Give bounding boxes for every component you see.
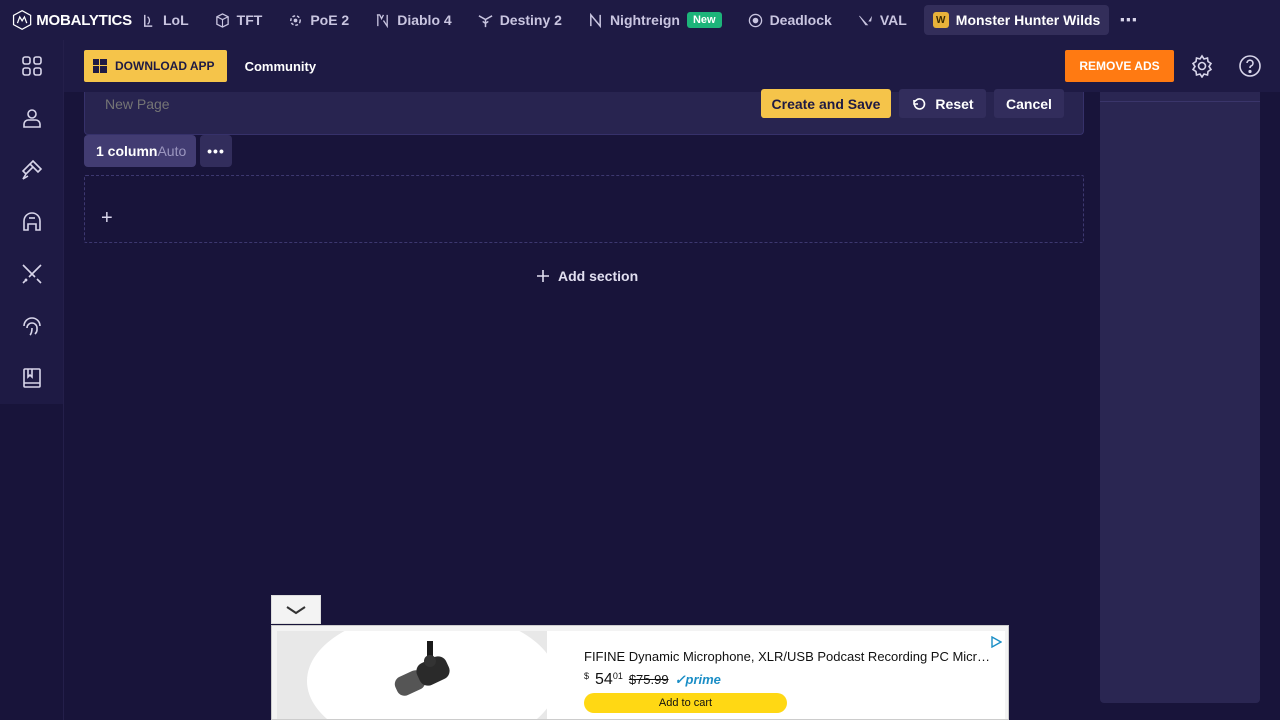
microphone-product-image (394, 641, 450, 696)
page-title-bar: Create and Save Reset Cancel (84, 89, 1084, 135)
ad-price: $ 54 01 $75.99 ✓prime (584, 671, 721, 689)
create-and-save-button[interactable]: Create and Save (761, 89, 891, 118)
top-navigation: MOBALYTICS LoL TFT PoE 2 Diablo 4 Destin… (0, 0, 1280, 40)
cancel-button[interactable]: Cancel (994, 89, 1064, 118)
left-sidebar (0, 40, 64, 720)
fingerprint-icon (23, 317, 41, 336)
tab-diablo4[interactable]: Diablo 4 (366, 5, 460, 35)
lol-icon (144, 14, 153, 27)
reset-label: Reset (935, 95, 974, 112)
ad-price-whole: 54 (595, 671, 613, 688)
add-section-button[interactable]: Add section (536, 268, 638, 284)
add-block-plus-icon[interactable]: + (101, 208, 113, 228)
mobalytics-logo[interactable]: MOBALYTICS (0, 7, 132, 33)
tab-tft[interactable]: TFT (206, 5, 272, 35)
tab-tft-label: TFT (236, 12, 263, 28)
remove-ads-button[interactable]: REMOVE ADS (1065, 50, 1174, 82)
reset-button[interactable]: Reset (899, 89, 986, 118)
mobalytics-logo-icon (12, 9, 32, 31)
sidebar-item-profile[interactable] (0, 92, 64, 144)
tab-destiny2[interactable]: Destiny 2 (469, 5, 571, 35)
section-dropzone: + (84, 175, 1084, 243)
diablo4-icon (377, 13, 389, 28)
sidebar-item-guides[interactable] (0, 352, 64, 404)
nightreign-icon (590, 12, 601, 28)
sidebar-item-builds[interactable] (0, 144, 64, 196)
add-section-label: Add section (558, 268, 639, 284)
tab-deadlock-label: Deadlock (769, 12, 832, 28)
monster-helmet-icon (23, 212, 41, 231)
sidebar-item-apps[interactable] (0, 40, 64, 92)
ad-prime-badge: ✓prime (674, 672, 721, 687)
ad-prime-label: prime (685, 672, 721, 687)
more-horizontal-icon: ••• (207, 143, 225, 159)
windows-icon (93, 59, 107, 73)
brand-name: MOBALYTICS (36, 11, 132, 29)
sub-header: DOWNLOAD APP Community REMOVE ADS (64, 40, 1280, 92)
tab-monster-hunter-label: Monster Hunter Wilds (955, 12, 1101, 28)
tab-poe2[interactable]: PoE 2 (279, 5, 358, 35)
ad-banner[interactable]: FIFINE Dynamic Microphone, XLR/USB Podca… (271, 625, 1009, 720)
more-games-button[interactable]: ⋯ (1119, 10, 1138, 31)
ad-collapse-button[interactable] (271, 595, 321, 624)
tab-lol-label: LoL (163, 12, 189, 28)
sidebar-item-weapons[interactable] (0, 248, 64, 300)
tab-nightreign[interactable]: Nightreign New (579, 5, 731, 35)
panel-divider (1100, 101, 1260, 102)
plus-icon (537, 270, 549, 282)
ad-add-to-cart-button[interactable]: Add to cart (584, 693, 787, 713)
chevron-down-icon (286, 605, 306, 614)
deadlock-icon (748, 13, 762, 27)
reset-icon (913, 97, 926, 110)
download-app-button[interactable]: DOWNLOAD APP (84, 50, 227, 82)
page-title-input[interactable] (105, 94, 405, 114)
crossed-swords-icon (22, 264, 42, 284)
hammer-icon (21, 159, 43, 180)
layout-mode-label: Auto (157, 143, 187, 159)
sidebar-item-monsters[interactable] (0, 196, 64, 248)
tab-valorant[interactable]: VAL (849, 5, 916, 35)
layout-selector[interactable]: 1 column Auto (84, 135, 196, 167)
sidebar-item-tracker[interactable] (0, 300, 64, 352)
tab-destiny2-label: Destiny 2 (499, 12, 562, 28)
tab-deadlock[interactable]: Deadlock (739, 5, 841, 35)
gear-icon[interactable] (1190, 54, 1214, 78)
ad-price-fraction: 01 (612, 671, 623, 681)
book-icon (23, 368, 41, 388)
tab-lol[interactable]: LoL (132, 5, 198, 35)
download-app-label: DOWNLOAD APP (115, 59, 215, 73)
ad-old-price: $75.99 (628, 672, 669, 687)
poe2-icon (290, 14, 302, 26)
new-badge: New (686, 12, 722, 28)
game-tabs: LoL TFT PoE 2 Diablo 4 Destiny 2 Nightre… (132, 0, 1138, 40)
grid-icon (22, 56, 42, 76)
section-more-button[interactable]: ••• (200, 135, 232, 167)
adchoices-icon[interactable] (990, 636, 1002, 648)
tab-monster-hunter-wilds[interactable]: W Monster Hunter Wilds (923, 5, 1110, 35)
monster-hunter-icon: W (932, 12, 949, 28)
help-icon[interactable] (1238, 54, 1262, 78)
community-link[interactable]: Community (245, 59, 317, 74)
valorant-icon (858, 15, 872, 25)
user-icon (23, 109, 41, 128)
tab-nightreign-label: Nightreign (609, 12, 680, 28)
tab-valorant-label: VAL (879, 12, 907, 28)
destiny2-icon (478, 14, 493, 27)
right-side-panel (1100, 92, 1260, 703)
tft-icon (215, 12, 229, 28)
tab-diablo4-label: Diablo 4 (397, 12, 452, 28)
layout-columns-label: 1 column (96, 143, 158, 159)
tab-poe2-label: PoE 2 (310, 12, 350, 28)
ad-product-title[interactable]: FIFINE Dynamic Microphone, XLR/USB Podca… (584, 649, 994, 664)
ad-price-currency: $ (584, 671, 590, 681)
